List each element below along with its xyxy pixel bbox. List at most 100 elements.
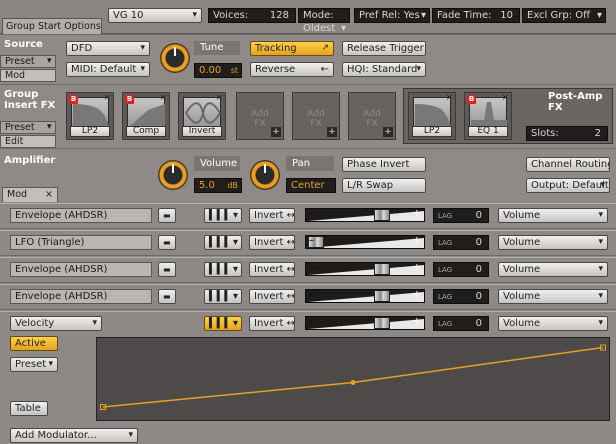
bypass-badge[interactable]: B (467, 95, 476, 104)
modulator-lag[interactable]: LAG 0 (433, 262, 489, 277)
modulator-mode-button[interactable]: ▍▍▍ ▾ (204, 235, 242, 250)
hqi-select[interactable]: HQI: Standard (342, 62, 426, 77)
tracking-button[interactable]: Tracking ↗ (250, 41, 334, 56)
slider-handle[interactable] (374, 317, 390, 329)
tune-value[interactable]: 0.00 st (194, 63, 242, 78)
fx-slot-comp[interactable]: B × Comp (122, 92, 170, 140)
lag-label: LAG (438, 239, 453, 247)
modulator-source[interactable]: Envelope (AHDSR) (10, 262, 152, 277)
mode-select[interactable]: Mode: Oldest ▾ (298, 8, 350, 34)
amp-mod-tab[interactable]: Mod × (2, 187, 58, 202)
velocity-curve[interactable] (97, 338, 609, 420)
modulator-target-select[interactable]: Volume (498, 262, 608, 277)
modulator-target-select[interactable]: Volume (498, 289, 608, 304)
close-icon[interactable]: × (215, 93, 223, 103)
lr-swap-button[interactable]: L/R Swap (342, 178, 426, 193)
modulator-target-select[interactable]: Volume (498, 208, 608, 223)
modulator-amount-slider[interactable]: – + (305, 208, 425, 222)
active-button[interactable]: Active (10, 336, 58, 351)
modulator-amount-slider[interactable]: – + (305, 235, 425, 249)
modulator-lag[interactable]: LAG 0 (433, 289, 489, 304)
close-icon[interactable]: × (501, 93, 509, 103)
pan-value[interactable]: Center (286, 178, 336, 193)
lag-label: LAG (438, 266, 453, 274)
modulator-amount-slider[interactable]: – + (305, 262, 425, 276)
velocity-preset-select[interactable]: Preset (10, 357, 58, 372)
close-icon[interactable]: × (103, 93, 111, 103)
fx-slot-invert[interactable]: × Invert (178, 92, 226, 140)
reverse-button[interactable]: Reverse ← (250, 62, 334, 77)
pref-rel-select[interactable]: Pref Rel: Yes ▾ (354, 8, 430, 23)
fade-time-readout[interactable]: Fade Time: 10 (432, 8, 520, 23)
modulator-mode-button[interactable]: ▍▍▍ ▾ (204, 208, 242, 223)
bars-icon: ▍▍▍ (209, 264, 233, 275)
channel-routing-button[interactable]: Channel Routing (526, 157, 610, 172)
modulator-source[interactable]: LFO (Triangle) (10, 235, 152, 250)
add-fx-slot[interactable]: Add FX + (348, 92, 396, 140)
plus-icon[interactable]: + (383, 127, 393, 137)
modulator-invert-button[interactable]: Invert ↔ (249, 262, 295, 277)
modulator-options-button[interactable]: ▬ (158, 262, 176, 277)
fx-slot-lp2[interactable]: B × LP2 (66, 92, 114, 140)
plus-icon[interactable]: + (271, 127, 281, 137)
modulator-source[interactable]: Envelope (AHDSR) (10, 289, 152, 304)
velocity-mode-button[interactable]: ▍▍▍ ▾ (204, 316, 242, 331)
close-icon[interactable]: × (159, 93, 167, 103)
modulator-mode-button[interactable]: ▍▍▍ ▾ (204, 262, 242, 277)
modulator-invert-button[interactable]: Invert ↔ (249, 235, 295, 250)
add-fx-slot[interactable]: Add FX + (236, 92, 284, 140)
bypass-badge[interactable]: B (69, 95, 78, 104)
velocity-lag[interactable]: LAG 0 (433, 316, 489, 331)
fx-edit-tab[interactable]: Edit (0, 135, 56, 148)
volume-knob[interactable] (158, 160, 188, 190)
group-select[interactable]: VG 10 (108, 8, 202, 23)
slider-handle[interactable] (374, 263, 390, 275)
velocity-target-select[interactable]: Volume (498, 316, 608, 331)
midi-select[interactable]: MIDI: Default (66, 62, 150, 77)
pan-knob[interactable] (250, 160, 280, 190)
close-icon[interactable]: × (45, 188, 53, 201)
modulator-source[interactable]: Envelope (AHDSR) (10, 208, 152, 223)
output-select[interactable]: Output: Default (526, 178, 610, 193)
plus-icon[interactable]: + (327, 127, 337, 137)
modulator-invert-button[interactable]: Invert ↔ (249, 289, 295, 304)
velocity-source-select[interactable]: Velocity (10, 316, 102, 331)
add-fx-slot[interactable]: Add FX + (292, 92, 340, 140)
modulator-options-button[interactable]: ▬ (158, 289, 176, 304)
velocity-invert-button[interactable]: Invert ↔ (249, 316, 295, 331)
curve-point[interactable] (350, 380, 356, 385)
modulator-target-select[interactable]: Volume (498, 235, 608, 250)
modulator-invert-button[interactable]: Invert ↔ (249, 208, 295, 223)
slots-readout[interactable]: Slots: 2 (526, 126, 608, 141)
modulator-amount-slider[interactable]: – + (305, 289, 425, 303)
table-button[interactable]: Table (10, 401, 48, 416)
modulator-options-button[interactable]: ▬ (158, 208, 176, 223)
volume-value[interactable]: 5.0 dB (194, 178, 242, 193)
fx-slot-label: Comp (126, 126, 166, 137)
menu-icon: ▬ (163, 211, 171, 220)
source-mod-tab[interactable]: Mod (0, 69, 56, 82)
velocity-curve-editor[interactable] (96, 337, 610, 421)
post-fx-slot-eq1[interactable]: B × EQ 1 (464, 92, 512, 140)
velocity-amount-slider[interactable]: – + (305, 316, 425, 330)
modulator-mode-button[interactable]: ▍▍▍ ▾ (204, 289, 242, 304)
modulator-lag[interactable]: LAG 0 (433, 208, 489, 223)
slider-handle[interactable] (374, 290, 390, 302)
phase-invert-button[interactable]: Phase Invert (342, 157, 426, 172)
chevron-down-icon: ▾ (420, 10, 426, 21)
post-fx-slot-lp2[interactable]: × LP2 (408, 92, 456, 140)
tune-knob[interactable] (160, 43, 190, 73)
release-trigger-button[interactable]: Release Trigger (342, 41, 426, 56)
close-icon[interactable]: × (445, 93, 453, 103)
group-start-options-tab[interactable]: Group Start Options (2, 18, 102, 34)
add-modulator-select[interactable]: Add Modulator... (10, 428, 138, 443)
modulator-options-button[interactable]: ▬ (158, 235, 176, 250)
slider-handle[interactable] (374, 209, 390, 221)
excl-grp-select[interactable]: Excl Grp: Off ▾ (522, 8, 606, 23)
voices-readout[interactable]: Voices: 128 (208, 8, 296, 23)
engine-select[interactable]: DFD (66, 41, 150, 56)
chevron-down-icon: ▾ (232, 237, 238, 248)
bypass-badge[interactable]: B (125, 95, 134, 104)
modulator-lag[interactable]: LAG 0 (433, 235, 489, 250)
slots-value: 2 (594, 128, 601, 139)
